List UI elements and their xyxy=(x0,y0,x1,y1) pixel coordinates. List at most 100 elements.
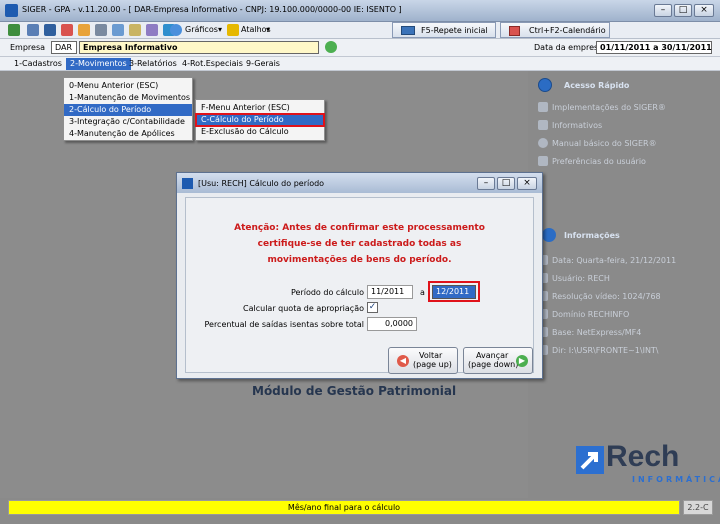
link-manual[interactable]: Manual básico do SIGER® xyxy=(552,139,657,148)
search-icon[interactable] xyxy=(146,24,158,36)
toolbar: Gráficos ▾ Atalhos ▾ xyxy=(0,22,720,39)
menu-cadastros[interactable]: 1-Cadastros xyxy=(14,59,62,68)
informacoes-icon xyxy=(542,228,556,242)
empresa-bar: Empresa DAR Empresa Informativo Data da … xyxy=(0,39,720,57)
logo-subtitle: INFORMÁTICA xyxy=(632,475,720,484)
dialog-maximize-button[interactable]: □ xyxy=(497,177,515,190)
mail-icon[interactable] xyxy=(129,24,141,36)
menu-rot-especiais[interactable]: 4-Rot.Especiais xyxy=(182,59,243,68)
link-implementacoes[interactable]: Implementações do SIGER® xyxy=(552,103,666,112)
empresa-code-field[interactable]: DAR xyxy=(51,41,77,54)
print-icon[interactable] xyxy=(27,24,39,36)
logo-name: Rech xyxy=(606,440,680,473)
dialog-title: [Usu: RECH] Cálculo do período xyxy=(198,179,325,188)
app-icon xyxy=(5,4,18,17)
menu-item-menu-anterior[interactable]: 0-Menu Anterior (ESC) xyxy=(64,80,192,92)
menu-bar: 1-Cadastros 2-Movimentos 3-Relatórios 4-… xyxy=(0,57,720,71)
version-badge: 2.2-C xyxy=(683,500,713,515)
dialog-minimize-button[interactable]: – xyxy=(477,177,495,190)
dialog-close-button[interactable]: × xyxy=(517,177,537,190)
right-panel: Acesso Rápido Implementações do SIGER® I… xyxy=(528,71,720,498)
save-icon[interactable] xyxy=(44,24,56,36)
module-title: Módulo de Gestão Patrimonial xyxy=(252,384,457,398)
periodo-label: Período do cálculo xyxy=(290,288,364,297)
calculo-submenu: F-Menu Anterior (ESC) C-Cálculo do Perío… xyxy=(195,99,325,141)
info-data: Data: Quarta-feira, 21/12/2011 xyxy=(552,256,677,265)
link-icon[interactable] xyxy=(112,24,124,36)
periodo-separator: a xyxy=(420,288,425,297)
info-usuario: Usuário: RECH xyxy=(552,274,610,283)
informacoes-title: Informações xyxy=(564,231,620,240)
empresa-label: Empresa xyxy=(10,43,46,52)
rech-logo: Rech INFORMÁTICA xyxy=(576,440,720,488)
graficos-dropdown-icon[interactable]: ▾ xyxy=(218,25,222,34)
minimize-button[interactable]: – xyxy=(654,4,672,17)
quota-label: Calcular quota de apropriação xyxy=(243,304,364,313)
calendar-icon[interactable] xyxy=(61,24,73,36)
periodo-from-field[interactable]: 11/2011 xyxy=(367,285,413,299)
submenu-item-exclusao-calculo[interactable]: E-Exclusão do Cálculo xyxy=(196,126,324,138)
tab-repete-inicial[interactable]: F5-Repete inicial xyxy=(392,22,496,38)
preferencias-icon xyxy=(538,156,548,166)
acesso-rapido-icon xyxy=(538,78,552,92)
dialog-app-icon xyxy=(182,178,193,189)
submenu-item-menu-anterior[interactable]: F-Menu Anterior (ESC) xyxy=(196,102,324,114)
avancar-button[interactable]: Avançar (page down) ▶ xyxy=(463,347,533,374)
shortcuts-icon[interactable] xyxy=(227,24,239,36)
voltar-button[interactable]: ◀ Voltar (page up) xyxy=(388,347,458,374)
movimentos-menu: 0-Menu Anterior (ESC) 1-Manutenção de Mo… xyxy=(63,77,193,141)
info-dominio: Domínio RECHINFO xyxy=(552,310,630,319)
menu-item-manutencao-movimentos[interactable]: 1-Manutenção de Movimentos xyxy=(64,92,192,104)
info-base: Base: NetExpress/MF4 xyxy=(552,328,642,337)
back-arrow-icon: ◀ xyxy=(397,355,409,367)
menu-item-manutencao-apolices[interactable]: 4-Manutenção de Apólices xyxy=(64,128,192,140)
data-empresa-field: 01/11/2011 a 30/11/2011 xyxy=(596,41,712,54)
implementacoes-icon xyxy=(538,102,548,112)
atalhos-dropdown-icon[interactable]: ▾ xyxy=(266,25,270,34)
warning-line-2: certifique-se de ter cadastrado todas as xyxy=(257,239,462,249)
exit-icon[interactable] xyxy=(8,24,20,36)
menu-relatorios[interactable]: 3-Relatórios xyxy=(129,59,177,68)
window-title: SIGER - GPA - v.11.20.00 - [ DAR-Empresa… xyxy=(22,5,402,14)
data-empresa-label: Data da empresa xyxy=(534,43,604,52)
avancar-key: (page down) xyxy=(468,360,519,369)
percentual-field[interactable]: 0,0000 xyxy=(367,317,417,331)
calendar-tab-icon xyxy=(509,26,520,36)
manual-icon xyxy=(538,138,548,148)
link-preferencias[interactable]: Preferências do usuário xyxy=(552,157,646,166)
acesso-rapido-title: Acesso Rápido xyxy=(564,81,630,90)
percentual-label: Percentual de saídas isentas sobre total xyxy=(204,320,364,329)
dialog-body: Atenção: Antes de confirmar este process… xyxy=(185,197,534,374)
forward-arrow-icon: ▶ xyxy=(516,355,528,367)
dialog-title-bar: [Usu: RECH] Cálculo do período – □ × xyxy=(177,173,542,193)
periodo-to-field[interactable]: 12/2011 xyxy=(432,285,476,299)
voltar-key: (page up) xyxy=(413,360,452,369)
tab-repete-inicial-label: F5-Repete inicial xyxy=(421,26,488,35)
empresa-logo-icon xyxy=(325,41,337,53)
menu-item-integracao[interactable]: 3-Integração c/Contabilidade xyxy=(64,116,192,128)
status-bar: Mês/ano final para o cálculo xyxy=(8,500,680,515)
tab-calendario[interactable]: Ctrl+F2-Calendário xyxy=(500,22,610,38)
graficos-menu[interactable]: Gráficos xyxy=(185,25,218,34)
info-dir: Dir: I:\USR\FRONTE~1\INT\ xyxy=(552,346,659,355)
title-bar: SIGER - GPA - v.11.20.00 - [ DAR-Empresa… xyxy=(0,0,720,22)
quota-checkbox[interactable]: ✓ xyxy=(367,302,378,313)
link-informativos[interactable]: Informativos xyxy=(552,121,602,130)
submenu-item-calculo-periodo[interactable]: C-Cálculo do Período xyxy=(195,113,325,127)
menu-item-calculo-periodo[interactable]: 2-Cálculo do Período xyxy=(64,104,192,116)
maximize-button[interactable]: □ xyxy=(674,4,692,17)
avancar-label: Avançar xyxy=(476,351,509,360)
monitor-icon xyxy=(401,26,415,35)
logo-arrow-icon xyxy=(576,446,604,474)
close-button[interactable]: × xyxy=(694,4,714,17)
charts-icon[interactable] xyxy=(170,24,182,36)
voltar-label: Voltar xyxy=(419,351,443,360)
menu-movimentos[interactable]: 2-Movimentos xyxy=(66,58,131,70)
info-resolucao: Resolução vídeo: 1024/768 xyxy=(552,292,661,301)
menu-gerais[interactable]: 9-Gerais xyxy=(246,59,280,68)
calculator-icon[interactable] xyxy=(95,24,107,36)
tab-calendario-label: Ctrl+F2-Calendário xyxy=(529,26,606,35)
empresa-name-field[interactable]: Empresa Informativo xyxy=(79,41,319,54)
user-icon[interactable] xyxy=(78,24,90,36)
warning-line-3: movimentações de bens do período. xyxy=(267,255,452,265)
